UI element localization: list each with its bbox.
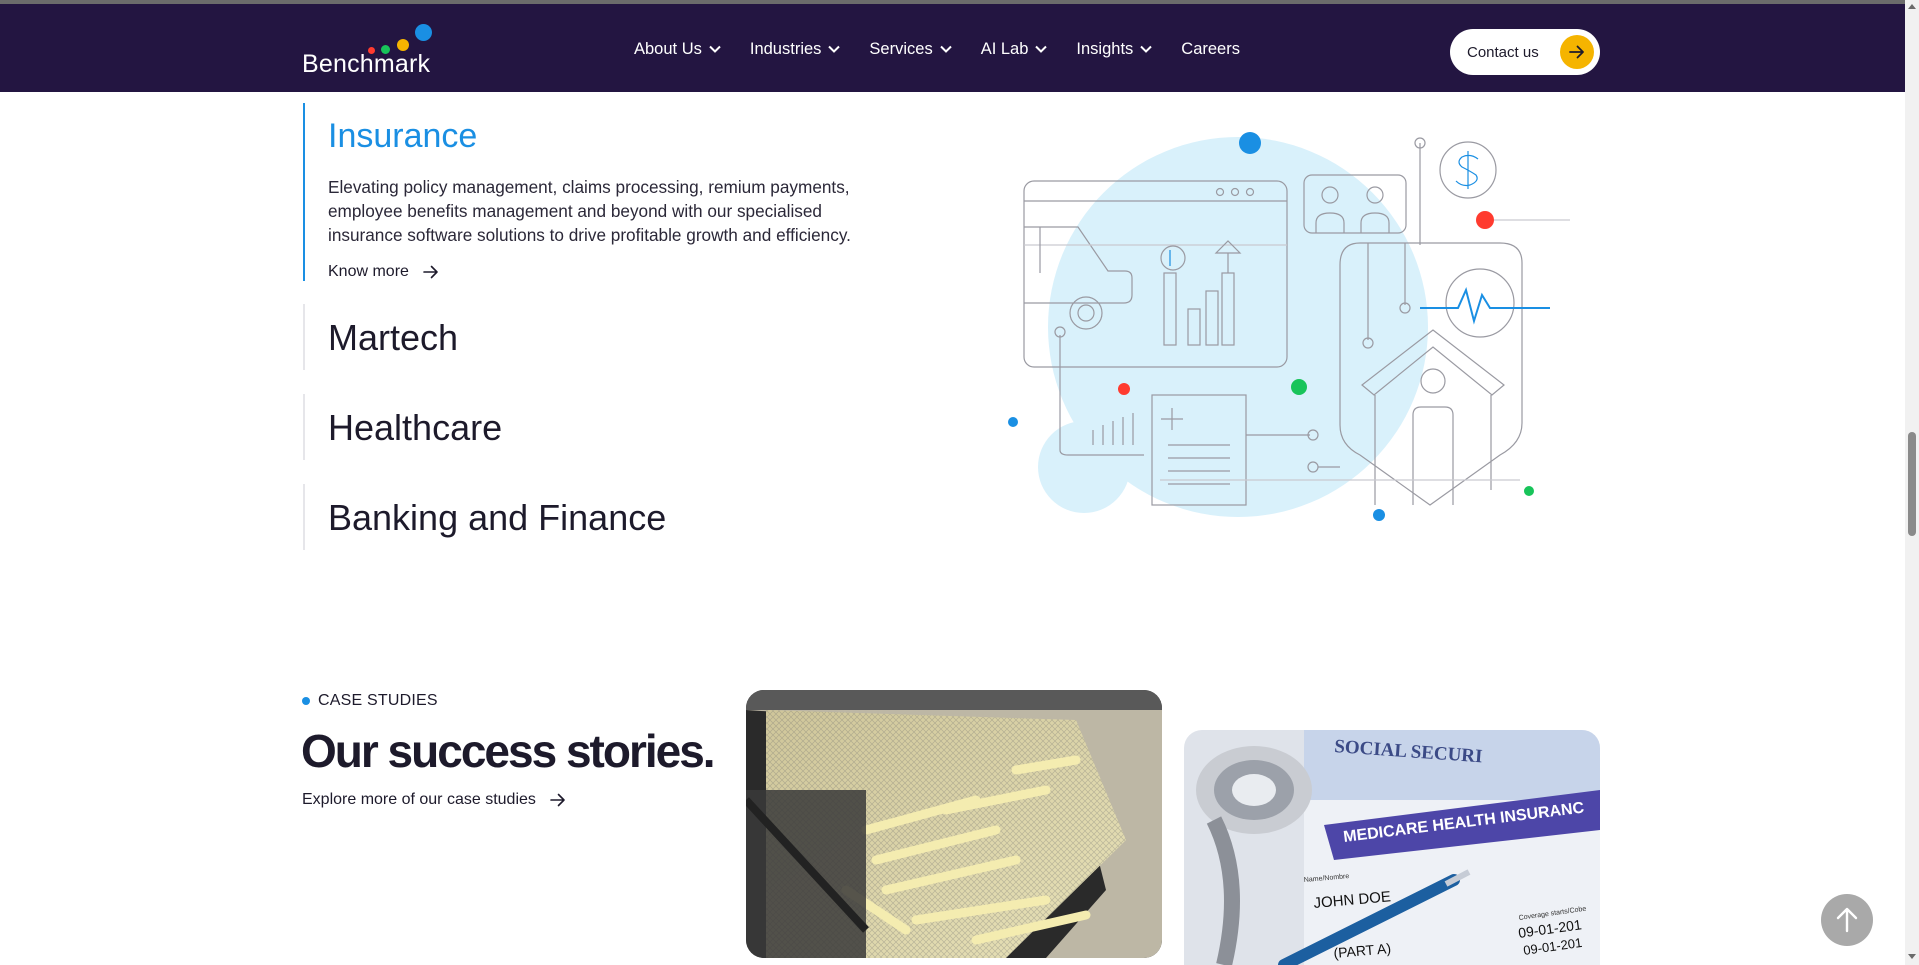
benchmark-logo[interactable]: Benchmark bbox=[302, 20, 442, 78]
contact-us-button[interactable]: Contact us bbox=[1450, 29, 1600, 75]
logo-text: Benchmark bbox=[302, 50, 431, 78]
nav-item-label: Services bbox=[869, 39, 933, 58]
scroll-to-top-button[interactable] bbox=[1821, 894, 1873, 946]
know-more-link[interactable]: Know more bbox=[328, 263, 898, 281]
case-studies-tag: CASE STUDIES bbox=[302, 692, 438, 710]
case-study-card-fries[interactable] bbox=[746, 690, 1162, 958]
case-studies-tag-label: CASE STUDIES bbox=[318, 692, 438, 709]
industry-title: Healthcare bbox=[328, 407, 503, 448]
arrow-right-icon bbox=[1560, 35, 1594, 69]
industry-description: Elevating policy management, claims proc… bbox=[328, 177, 851, 245]
industry-title: Insurance bbox=[328, 117, 478, 155]
page-scrollbar[interactable] bbox=[1905, 0, 1919, 965]
nav-item-services[interactable]: Services bbox=[869, 39, 952, 59]
logo-dot-blue bbox=[415, 24, 432, 41]
industry-item-banking-and-finance[interactable]: Banking and Finance bbox=[303, 484, 666, 550]
industry-title: Martech bbox=[328, 317, 459, 358]
site-header: Benchmark About Us Industries Services A… bbox=[0, 4, 1905, 92]
main-nav: About Us Industries Services AI Lab Insi… bbox=[634, 34, 1269, 64]
insurance-illustration bbox=[1008, 132, 1570, 521]
industry-item-insurance[interactable]: Insurance Elevating policy management, c… bbox=[303, 103, 898, 281]
arrow-right-icon bbox=[550, 793, 565, 807]
nav-item-label: AI Lab bbox=[980, 39, 1029, 58]
nav-item-insights[interactable]: Insights bbox=[1076, 39, 1153, 59]
contact-us-label: Contact us bbox=[1467, 43, 1539, 61]
chevron-down-icon bbox=[939, 43, 952, 55]
nav-item-careers[interactable]: Careers bbox=[1181, 40, 1240, 59]
arrow-up-icon bbox=[1836, 907, 1858, 933]
explore-case-studies-link[interactable]: Explore more of our case studies bbox=[302, 791, 566, 809]
nav-item-label: About Us bbox=[634, 39, 702, 58]
explore-case-studies-label: Explore more of our case studies bbox=[302, 791, 536, 808]
nav-item-label: Careers bbox=[1181, 39, 1240, 58]
chevron-down-icon bbox=[1140, 43, 1153, 55]
nav-item-ai-lab[interactable]: AI Lab bbox=[981, 40, 1048, 59]
scrollbar-thumb[interactable] bbox=[1908, 432, 1916, 536]
industry-item-martech[interactable]: Martech bbox=[303, 304, 458, 370]
nav-item-label: Industries bbox=[749, 39, 822, 58]
know-more-label: Know more bbox=[328, 263, 409, 280]
scroll-up-arrow-icon[interactable] bbox=[1908, 4, 1916, 9]
case-studies-title: Our success stories. bbox=[301, 725, 716, 777]
chevron-down-icon bbox=[828, 43, 841, 55]
chevron-down-icon bbox=[709, 43, 721, 55]
nav-item-industries[interactable]: Industries bbox=[750, 40, 841, 59]
industry-item-healthcare[interactable]: Healthcare bbox=[303, 394, 502, 460]
chevron-down-icon bbox=[1035, 43, 1048, 55]
industry-title: Banking and Finance bbox=[328, 497, 667, 538]
scroll-down-arrow-icon[interactable] bbox=[1908, 954, 1916, 959]
case-study-card-medicare[interactable]: SOCIAL SECURI MEDICARE HEALTH INSURANC N… bbox=[1184, 730, 1600, 965]
nav-item-label: Insights bbox=[1076, 39, 1134, 58]
nav-item-about-us[interactable]: About Us bbox=[634, 40, 721, 59]
medicare-card-image: SOCIAL SECURI MEDICARE HEALTH INSURANC N… bbox=[1184, 730, 1600, 965]
tag-dot-icon bbox=[302, 697, 310, 705]
arrow-right-icon bbox=[423, 265, 438, 279]
fries-image bbox=[746, 690, 1162, 958]
